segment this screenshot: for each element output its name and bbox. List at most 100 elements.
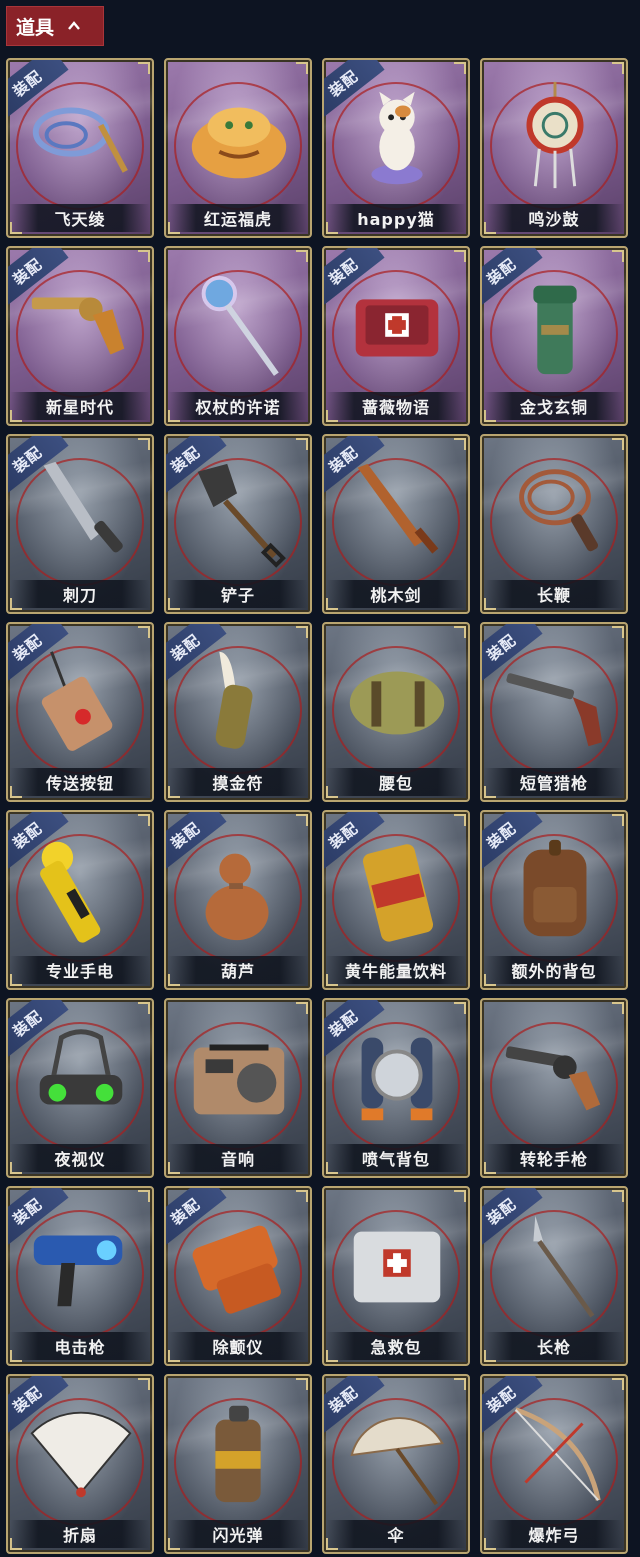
item-card[interactable]: 装配 额外的背包	[480, 810, 628, 990]
frame-corner	[612, 62, 624, 74]
frame-corner	[296, 62, 308, 74]
item-name: 金戈玄铜	[484, 392, 624, 420]
item-card[interactable]: 装配 除颤仪	[164, 1186, 312, 1366]
item-name: 摸金符	[168, 768, 308, 796]
item-name: 红运福虎	[168, 204, 308, 232]
item-card[interactable]: 装配 刺刀	[6, 434, 154, 614]
item-card[interactable]: 装配 铲子	[164, 434, 312, 614]
item-name: 权杖的许诺	[168, 392, 308, 420]
item-card[interactable]: 装配 蔷薇物语	[322, 246, 470, 426]
flashlight-icon	[40, 841, 101, 943]
item-card[interactable]: 装配 电击枪	[6, 1186, 154, 1366]
frame-corner	[454, 626, 466, 638]
item-card[interactable]: 装配 金戈玄铜	[480, 246, 628, 426]
item-name: 传送按钮	[10, 768, 150, 796]
item-name: 专业手电	[10, 956, 150, 984]
item-card[interactable]: 装配 飞天绫	[6, 58, 154, 238]
item-name: 飞天绫	[10, 204, 150, 232]
medkit-icon	[355, 299, 439, 357]
item-name: happy猫	[326, 204, 466, 232]
stun-gun-icon	[33, 1235, 123, 1307]
item-card[interactable]: 装配 黄牛能量饮料	[322, 810, 470, 990]
item-card[interactable]: 装配 新星时代	[6, 246, 154, 426]
item-card[interactable]: 装配 喷气背包	[322, 998, 470, 1178]
frame-corner	[296, 626, 308, 638]
frame-corner	[138, 1190, 150, 1202]
item-name: 桃木剑	[326, 580, 466, 608]
scepter-icon	[201, 275, 279, 376]
item-name: 喷气背包	[326, 1144, 466, 1172]
flashbang-icon	[215, 1405, 261, 1503]
frame-corner	[138, 1002, 150, 1014]
frame-corner	[138, 1378, 150, 1390]
item-card[interactable]: 装配 爆炸弓	[480, 1374, 628, 1554]
frame-corner	[454, 814, 466, 826]
first-aid-kit-icon	[353, 1231, 441, 1303]
item-name: 额外的背包	[484, 956, 624, 984]
shovel-icon	[197, 463, 286, 568]
item-name: 转轮手枪	[484, 1144, 624, 1172]
umbrella-icon	[350, 1417, 444, 1506]
energy-drink-icon	[362, 844, 434, 942]
frame-corner	[296, 1190, 308, 1202]
frame-corner	[612, 438, 624, 450]
item-card[interactable]: 装配 短管猎枪	[480, 622, 628, 802]
frame-corner	[138, 814, 150, 826]
frame-corner	[612, 250, 624, 262]
item-card[interactable]: 转轮手枪	[480, 998, 628, 1178]
waist-bag-icon	[349, 671, 445, 735]
frame-corner	[138, 626, 150, 638]
item-card[interactable]: 急救包	[322, 1186, 470, 1366]
radio-icon	[193, 1044, 285, 1115]
gourd-icon	[205, 853, 269, 941]
item-name: 音响	[168, 1144, 308, 1172]
item-name: 新星时代	[10, 392, 150, 420]
frame-corner	[138, 62, 150, 74]
frame-corner	[296, 1378, 308, 1390]
frame-corner	[612, 1378, 624, 1390]
item-card[interactable]: 装配 葫芦	[164, 810, 312, 990]
item-name: 葫芦	[168, 956, 308, 984]
item-card[interactable]: 装配伞	[322, 1374, 470, 1554]
item-name: 长鞭	[484, 580, 624, 608]
frame-corner	[296, 1002, 308, 1014]
item-card[interactable]: 鸣沙鼓	[480, 58, 628, 238]
item-card[interactable]: 权杖的许诺	[164, 246, 312, 426]
revolver-icon	[31, 297, 125, 355]
item-card[interactable]: 装配 长枪	[480, 1186, 628, 1366]
frame-corner	[454, 1378, 466, 1390]
item-name: 鸣沙鼓	[484, 204, 624, 232]
item-card[interactable]: 红运福虎	[164, 58, 312, 238]
item-card[interactable]: 装配 传送按钮	[6, 622, 154, 802]
item-card[interactable]: 装配 夜视仪	[6, 998, 154, 1178]
chevron-up-icon	[68, 21, 80, 30]
item-card[interactable]: 闪光弹	[164, 1374, 312, 1554]
frame-corner	[296, 250, 308, 262]
item-name: 黄牛能量饮料	[326, 956, 466, 984]
ribbon-icon	[32, 107, 128, 173]
item-card[interactable]: 装配 折扇	[6, 1374, 154, 1554]
item-name: 伞	[326, 1520, 466, 1548]
spear-icon	[533, 1215, 595, 1318]
item-name: 除颤仪	[168, 1332, 308, 1360]
teleport-button-icon	[41, 651, 113, 751]
whip-icon	[519, 469, 599, 552]
frame-corner	[454, 62, 466, 74]
bronze-cannon-icon	[533, 285, 577, 375]
cat-icon	[371, 91, 423, 185]
category-toggle[interactable]: 道具	[6, 6, 104, 46]
category-title: 道具	[16, 16, 55, 39]
item-name: 蔷薇物语	[326, 392, 466, 420]
item-card[interactable]: 装配 专业手电	[6, 810, 154, 990]
item-card[interactable]: 腰包	[322, 622, 470, 802]
item-card[interactable]: 音响	[164, 998, 312, 1178]
bow-icon	[514, 1407, 601, 1501]
item-grid: 装配 飞天绫 红运福虎 装配 happy猫 鸣沙鼓装配 新星时代 权杖的许诺 装配 蔷薇物语 装配金…	[6, 58, 628, 1554]
item-card[interactable]: 装配 happy猫	[322, 58, 470, 238]
item-card[interactable]: 长鞭	[480, 434, 628, 614]
item-card[interactable]: 装配 摸金符	[164, 622, 312, 802]
defibrillator-icon	[192, 1225, 281, 1314]
frame-corner	[138, 438, 150, 450]
item-card[interactable]: 装配 桃木剑	[322, 434, 470, 614]
frame-corner	[612, 1002, 624, 1014]
